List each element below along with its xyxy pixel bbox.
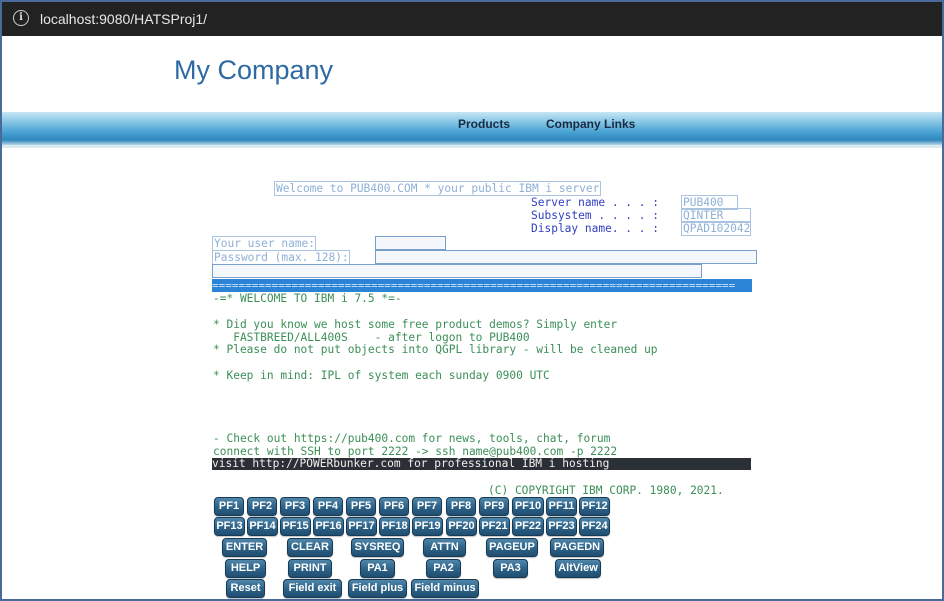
pf20-button[interactable]: PF20	[446, 517, 477, 536]
pf15-button[interactable]: PF15	[280, 517, 311, 536]
info-icon[interactable]: i	[13, 10, 29, 26]
nav-company-links-link[interactable]: Company Links	[546, 117, 635, 131]
pf12-button[interactable]: PF12	[579, 497, 610, 516]
pageup-button[interactable]: PAGEUP	[486, 538, 538, 557]
address-bar[interactable]: i localhost:9080/HATSProj1/	[2, 2, 942, 36]
field-plus-button[interactable]: Field plus	[348, 579, 407, 598]
ipl-info-line: * Keep in mind: IPL of system each sunda…	[213, 369, 550, 382]
pf16-button[interactable]: PF16	[313, 517, 344, 536]
pf5-button[interactable]: PF5	[346, 497, 376, 516]
pa1-button[interactable]: PA1	[360, 559, 395, 578]
nav-products-link[interactable]: Products	[458, 117, 510, 131]
pf13-button[interactable]: PF13	[214, 517, 245, 536]
pf7-button[interactable]: PF7	[412, 497, 442, 516]
pf22-button[interactable]: PF22	[512, 517, 544, 536]
reset-button[interactable]: Reset	[226, 579, 265, 598]
copyright-text: (C) COPYRIGHT IBM CORP. 1980, 2021.	[488, 484, 724, 497]
pf2-button[interactable]: PF2	[247, 497, 277, 516]
pub400-news-line: - Check out https://pub400.com for news,…	[213, 432, 611, 445]
display-name-value: QPAD102042	[681, 221, 751, 236]
pf6-button[interactable]: PF6	[379, 497, 409, 516]
display-name-label: Display name. . . :	[531, 222, 659, 235]
altview-button[interactable]: AltView	[555, 559, 601, 578]
password-input[interactable]	[375, 250, 757, 264]
welcome-ibm-line: -=* WELCOME TO IBM i 7.5 *=-	[213, 292, 402, 305]
server-name-label: Server name . . . :	[531, 196, 659, 209]
separator-bar: ========================================…	[212, 279, 752, 292]
pf17-button[interactable]: PF17	[346, 517, 377, 536]
pa3-button[interactable]: PA3	[493, 559, 528, 578]
field-exit-button[interactable]: Field exit	[283, 579, 342, 598]
sysreq-button[interactable]: SYSREQ	[351, 538, 404, 557]
pf8-button[interactable]: PF8	[446, 497, 476, 516]
subsystem-label: Subsystem . . . . :	[531, 209, 659, 222]
pf23-button[interactable]: PF23	[546, 517, 577, 536]
pagedn-button[interactable]: PAGEDN	[550, 538, 604, 557]
field-minus-button[interactable]: Field minus	[411, 579, 479, 598]
user-name-input[interactable]	[375, 236, 446, 250]
pf14-button[interactable]: PF14	[247, 517, 278, 536]
user-name-label: Your user name:	[212, 236, 316, 251]
pf18-button[interactable]: PF18	[379, 517, 410, 536]
company-title: My Company	[174, 55, 334, 85]
nav-bar: Products Company Links	[2, 112, 942, 148]
attn-button[interactable]: ATTN	[423, 538, 466, 557]
pf21-button[interactable]: PF21	[479, 517, 510, 536]
pf1-button[interactable]: PF1	[214, 497, 244, 516]
pf10-button[interactable]: PF10	[512, 497, 544, 516]
extra-input[interactable]	[212, 264, 702, 278]
print-button[interactable]: PRINT	[288, 559, 332, 578]
enter-button[interactable]: ENTER	[222, 538, 267, 557]
welcome-banner: Welcome to PUB400.COM * your public IBM …	[274, 181, 602, 196]
pa2-button[interactable]: PA2	[426, 559, 461, 578]
help-button[interactable]: HELP	[225, 559, 266, 578]
pf3-button[interactable]: PF3	[280, 497, 310, 516]
clear-button[interactable]: CLEAR	[287, 538, 333, 557]
pf4-button[interactable]: PF4	[313, 497, 343, 516]
demo-info-line: * Did you know we host some free product…	[213, 318, 618, 331]
pf9-button[interactable]: PF9	[479, 497, 509, 516]
pf11-button[interactable]: PF11	[546, 497, 577, 516]
pf19-button[interactable]: PF19	[412, 517, 443, 536]
password-label: Password (max. 128):	[212, 250, 350, 265]
hosting-info-line: visit http://POWERbunker.com for profess…	[212, 458, 751, 470]
qgpl-warning-line: * Please do not put objects into QGPL li…	[213, 343, 658, 356]
pf24-button[interactable]: PF24	[579, 517, 610, 536]
url-text[interactable]: localhost:9080/HATSProj1/	[40, 11, 207, 27]
